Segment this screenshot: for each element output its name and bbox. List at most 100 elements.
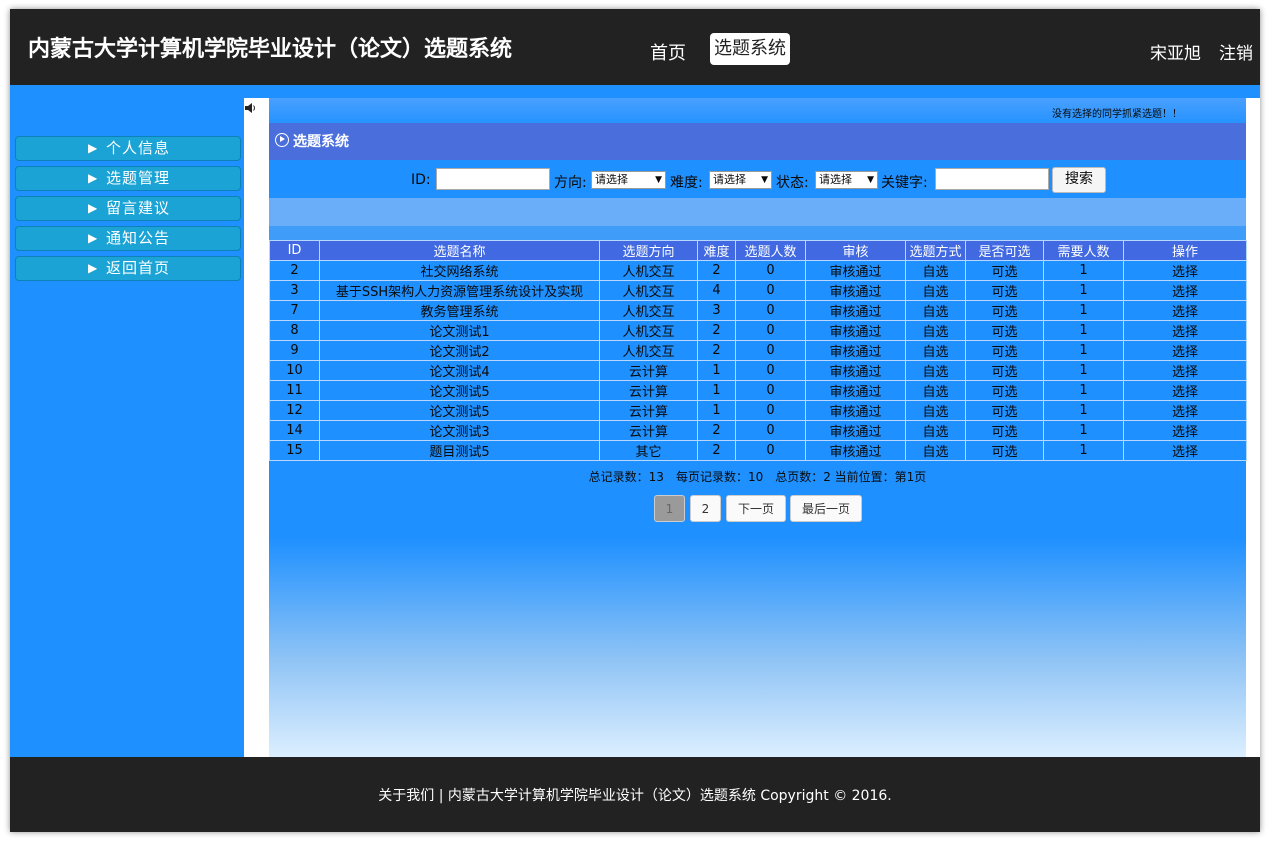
- table-cell: 自选: [905, 340, 966, 361]
- nav-selection-system-link[interactable]: 选题系统: [710, 33, 790, 65]
- table-cell: 2: [697, 320, 736, 341]
- table-cell: 4: [697, 280, 736, 301]
- sidebar-divider: [244, 98, 269, 757]
- main-right-gutter: [1246, 98, 1260, 757]
- play-circle-icon: [275, 133, 289, 147]
- table-cell: 自选: [905, 320, 966, 341]
- table-cell: 可选: [965, 440, 1044, 461]
- table-header-row: ID 选题名称 选题方向 难度 选题人数 审核 选题方式 是否可选 需要人数 操…: [269, 240, 1247, 261]
- table-cell: 1: [1043, 260, 1124, 281]
- table-row: 14 论文测试3 云计算 2 0 审核通过 自选 可选 1 选择: [269, 420, 1247, 441]
- select-topic-link[interactable]: 选择: [1123, 440, 1247, 461]
- table-row: 8 论文测试1 人机交互 2 0 审核通过 自选 可选 1 选择: [269, 320, 1247, 341]
- select-topic-link[interactable]: 选择: [1123, 320, 1247, 341]
- page-2-button[interactable]: 2: [690, 495, 721, 522]
- table-row: 2 社交网络系统 人机交互 2 0 审核通过 自选 可选 1 选择: [269, 260, 1247, 281]
- sidebar-item-notices[interactable]: ▶ 通知公告: [15, 226, 241, 251]
- table-cell: 自选: [905, 260, 966, 281]
- table-cell: 审核通过: [805, 380, 906, 401]
- table-cell: 1: [1043, 380, 1124, 401]
- table-cell: 可选: [965, 280, 1044, 301]
- status-select[interactable]: 请选择 ▼: [815, 171, 878, 189]
- sidebar-item-label: 个人信息: [106, 139, 171, 157]
- table-cell: 可选: [965, 260, 1044, 281]
- table-cell: 1: [697, 400, 736, 421]
- table-cell: 3: [269, 280, 320, 301]
- difficulty-select[interactable]: 请选择 ▼: [709, 171, 772, 189]
- table-row: 7 教务管理系统 人机交互 3 0 审核通过 自选 可选 1 选择: [269, 300, 1247, 321]
- table-cell: 自选: [905, 380, 966, 401]
- table-cell: 审核通过: [805, 280, 906, 301]
- table-cell: 14: [269, 420, 320, 441]
- table-cell: 审核通过: [805, 360, 906, 381]
- sidebar-item-messages[interactable]: ▶ 留言建议: [15, 196, 241, 221]
- select-topic-link[interactable]: 选择: [1123, 380, 1247, 401]
- triangle-right-icon: ▶: [88, 261, 98, 275]
- sidebar-item-personal-info[interactable]: ▶ 个人信息: [15, 136, 241, 161]
- page-1-button[interactable]: 1: [654, 495, 685, 522]
- user-name-link[interactable]: 宋亚旭: [1150, 39, 1201, 64]
- select-topic-link[interactable]: 选择: [1123, 280, 1247, 301]
- column-header: 是否可选: [965, 240, 1044, 261]
- table-cell: 自选: [905, 280, 966, 301]
- notice-marquee: 没有选择的同学抓紧选题！！: [1052, 109, 1182, 120]
- triangle-right-icon: ▶: [88, 201, 98, 215]
- difficulty-select-value: 请选择: [713, 173, 746, 186]
- select-topic-link[interactable]: 选择: [1123, 340, 1247, 361]
- table-cell: 1: [697, 360, 736, 381]
- id-input[interactable]: [436, 168, 550, 190]
- table-cell: 云计算: [599, 400, 698, 421]
- id-label: ID:: [411, 172, 431, 188]
- select-topic-link[interactable]: 选择: [1123, 300, 1247, 321]
- table-cell: 人机交互: [599, 260, 698, 281]
- table-cell: 审核通过: [805, 400, 906, 421]
- dropdown-arrow-icon: ▼: [867, 175, 874, 185]
- keyword-label: 关键字:: [881, 175, 928, 191]
- direction-select-value: 请选择: [595, 173, 628, 186]
- panel-title: 选题系统: [293, 134, 349, 150]
- status-label: 状态:: [776, 175, 809, 191]
- table-cell: 论文测试5: [319, 380, 600, 401]
- search-button[interactable]: 搜索: [1052, 167, 1106, 193]
- table-cell: 1: [1043, 440, 1124, 461]
- select-topic-link[interactable]: 选择: [1123, 260, 1247, 281]
- table-cell: 论文测试4: [319, 360, 600, 381]
- table-cell: 0: [735, 300, 806, 321]
- logout-link[interactable]: 注销: [1219, 39, 1253, 64]
- table-cell: 0: [735, 280, 806, 301]
- pagination-summary: 总记录数：13 每页记录数：10 总页数：2 当前位置：第1页: [588, 470, 927, 484]
- header-gap: [10, 85, 1260, 98]
- sidebar-item-label: 通知公告: [106, 229, 171, 247]
- triangle-right-icon: ▶: [88, 231, 98, 245]
- sidebar-item-topic-management[interactable]: ▶ 选题管理: [15, 166, 241, 191]
- table-cell: 9: [269, 340, 320, 361]
- sidebar: ▶ 个人信息 ▶ 选题管理 ▶ 留言建议 ▶ 通知公告 ▶ 返回首页: [10, 98, 244, 757]
- sidebar-item-label: 留言建议: [106, 199, 171, 217]
- table-cell: 7: [269, 300, 320, 321]
- table-cell: 其它: [599, 440, 698, 461]
- select-topic-link[interactable]: 选择: [1123, 420, 1247, 441]
- select-topic-link[interactable]: 选择: [1123, 360, 1247, 381]
- difficulty-label: 难度:: [670, 175, 703, 191]
- select-topic-link[interactable]: 选择: [1123, 400, 1247, 421]
- sidebar-item-back-home[interactable]: ▶ 返回首页: [15, 256, 241, 281]
- table-cell: 0: [735, 320, 806, 341]
- table-cell: 人机交互: [599, 340, 698, 361]
- nav-home-link[interactable]: 首页: [650, 39, 686, 65]
- table-cell: 基于SSH架构人力资源管理系统设计及实现: [319, 280, 600, 301]
- last-page-button[interactable]: 最后一页: [790, 495, 862, 522]
- next-page-button[interactable]: 下一页: [726, 495, 786, 522]
- table-cell: 论文测试2: [319, 340, 600, 361]
- table-row: 10 论文测试4 云计算 1 0 审核通过 自选 可选 1 选择: [269, 360, 1247, 381]
- direction-select[interactable]: 请选择 ▼: [591, 171, 666, 189]
- topic-table: ID 选题名称 选题方向 难度 选题人数 审核 选题方式 是否可选 需要人数 操…: [269, 240, 1247, 461]
- dropdown-arrow-icon: ▼: [655, 175, 662, 185]
- table-row: 9 论文测试2 人机交互 2 0 审核通过 自选 可选 1 选择: [269, 340, 1247, 361]
- column-header: 选题人数: [735, 240, 806, 261]
- table-cell: 审核通过: [805, 440, 906, 461]
- table-cell: 8: [269, 320, 320, 341]
- keyword-input[interactable]: [935, 168, 1049, 190]
- table-cell: 0: [735, 420, 806, 441]
- table-cell: 1: [1043, 280, 1124, 301]
- table-cell: 15: [269, 440, 320, 461]
